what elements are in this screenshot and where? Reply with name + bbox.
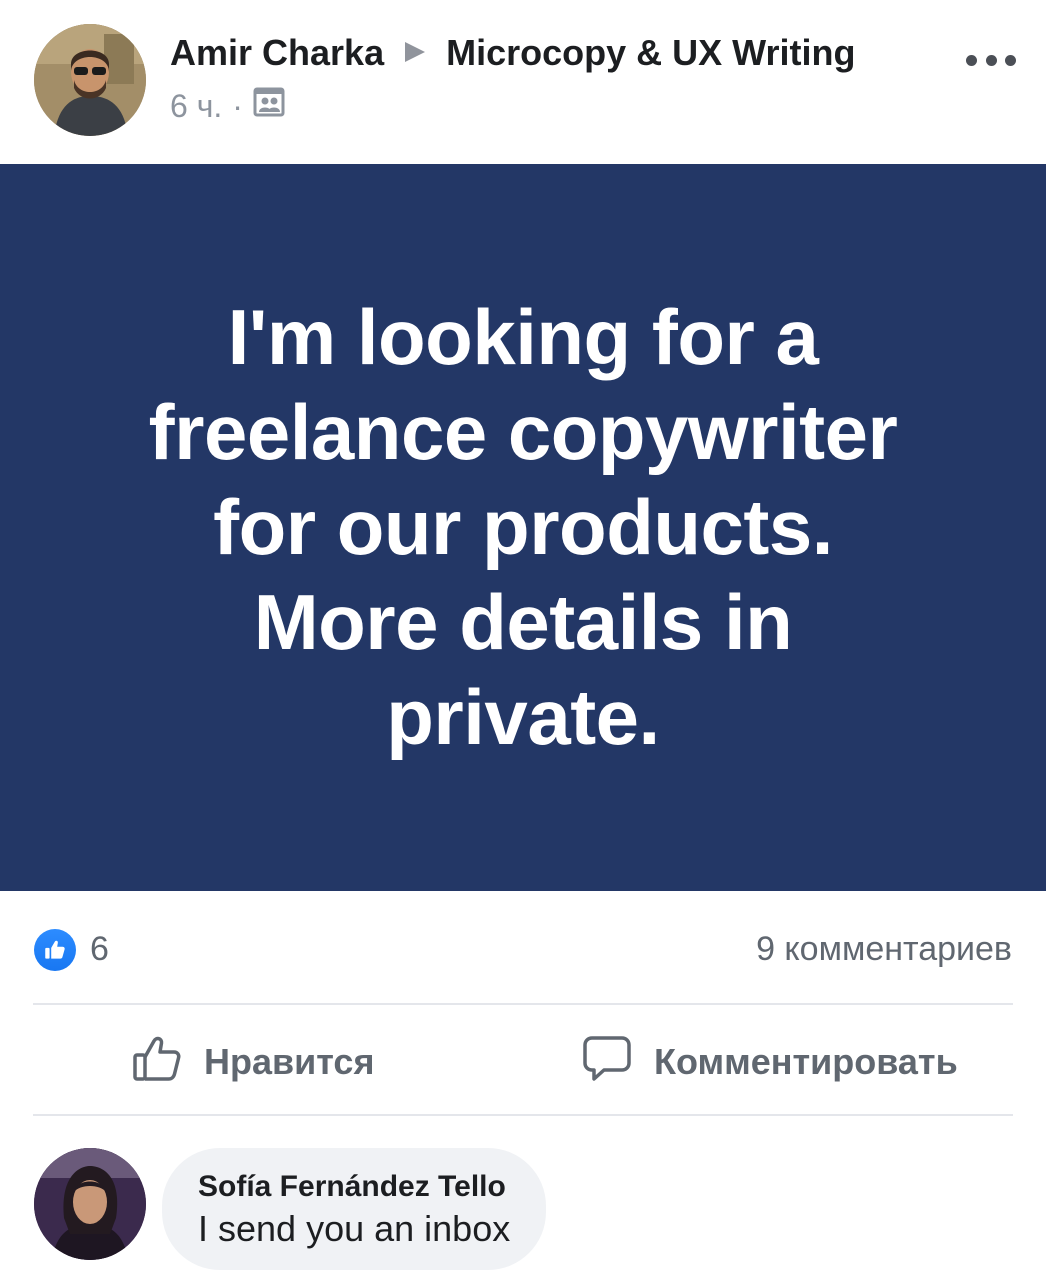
comment-author[interactable]: Sofía Fernández Tello bbox=[198, 1167, 510, 1207]
comment-label: Комментировать bbox=[654, 1041, 958, 1082]
more-dot bbox=[966, 54, 977, 66]
divider bbox=[33, 1003, 1013, 1005]
banner-line: freelance copywriter bbox=[148, 388, 898, 476]
banner-line: I'm looking for a bbox=[227, 293, 819, 381]
comments-count[interactable]: 9 комментариев bbox=[756, 930, 1012, 969]
triangle-right-icon bbox=[402, 32, 428, 74]
reactions-row: 6 9 комментариев bbox=[0, 920, 1046, 980]
like-label: Нравится bbox=[204, 1041, 375, 1082]
comment-bubble[interactable]: Sofía Fernández Tello I send you an inbo… bbox=[162, 1148, 547, 1270]
likes-count[interactable]: 6 bbox=[90, 930, 109, 969]
meta-separator: · bbox=[232, 87, 243, 124]
group-icon bbox=[253, 86, 285, 126]
post-banner[interactable]: I'm looking for a freelance copywriter f… bbox=[0, 164, 1046, 891]
post-title-line: Amir Charka Microcopy & UX Writing bbox=[170, 32, 855, 74]
post-time[interactable]: 6 ч. bbox=[170, 88, 222, 125]
commenter-avatar[interactable] bbox=[34, 1148, 146, 1260]
commenter-photo bbox=[34, 1148, 146, 1260]
author-photo bbox=[34, 24, 146, 136]
group-name[interactable]: Microcopy & UX Writing bbox=[446, 32, 855, 74]
post-meta: 6 ч. · bbox=[170, 86, 285, 126]
speech-bubble-icon bbox=[582, 1033, 632, 1092]
comment-button[interactable]: Комментировать bbox=[582, 1030, 958, 1094]
banner-line: for our products. bbox=[213, 483, 833, 571]
comment-text: I send you an inbox bbox=[198, 1208, 511, 1249]
more-dot bbox=[985, 54, 997, 66]
thumbs-up-icon bbox=[132, 1033, 182, 1092]
author-name[interactable]: Amir Charka bbox=[170, 32, 384, 74]
banner-line: private. bbox=[386, 673, 660, 761]
banner-text: I'm looking for a freelance copywriter f… bbox=[63, 290, 983, 765]
more-dot bbox=[1005, 54, 1016, 66]
post-header: Amir Charka Microcopy & UX Writing 6 ч. … bbox=[0, 0, 1046, 164]
more-icon[interactable] bbox=[966, 40, 1016, 80]
divider bbox=[33, 1114, 1013, 1116]
like-reaction-icon[interactable] bbox=[34, 929, 76, 971]
banner-line: More details in bbox=[253, 578, 793, 666]
like-button[interactable]: Нравится bbox=[132, 1030, 374, 1094]
author-avatar[interactable] bbox=[34, 24, 146, 136]
